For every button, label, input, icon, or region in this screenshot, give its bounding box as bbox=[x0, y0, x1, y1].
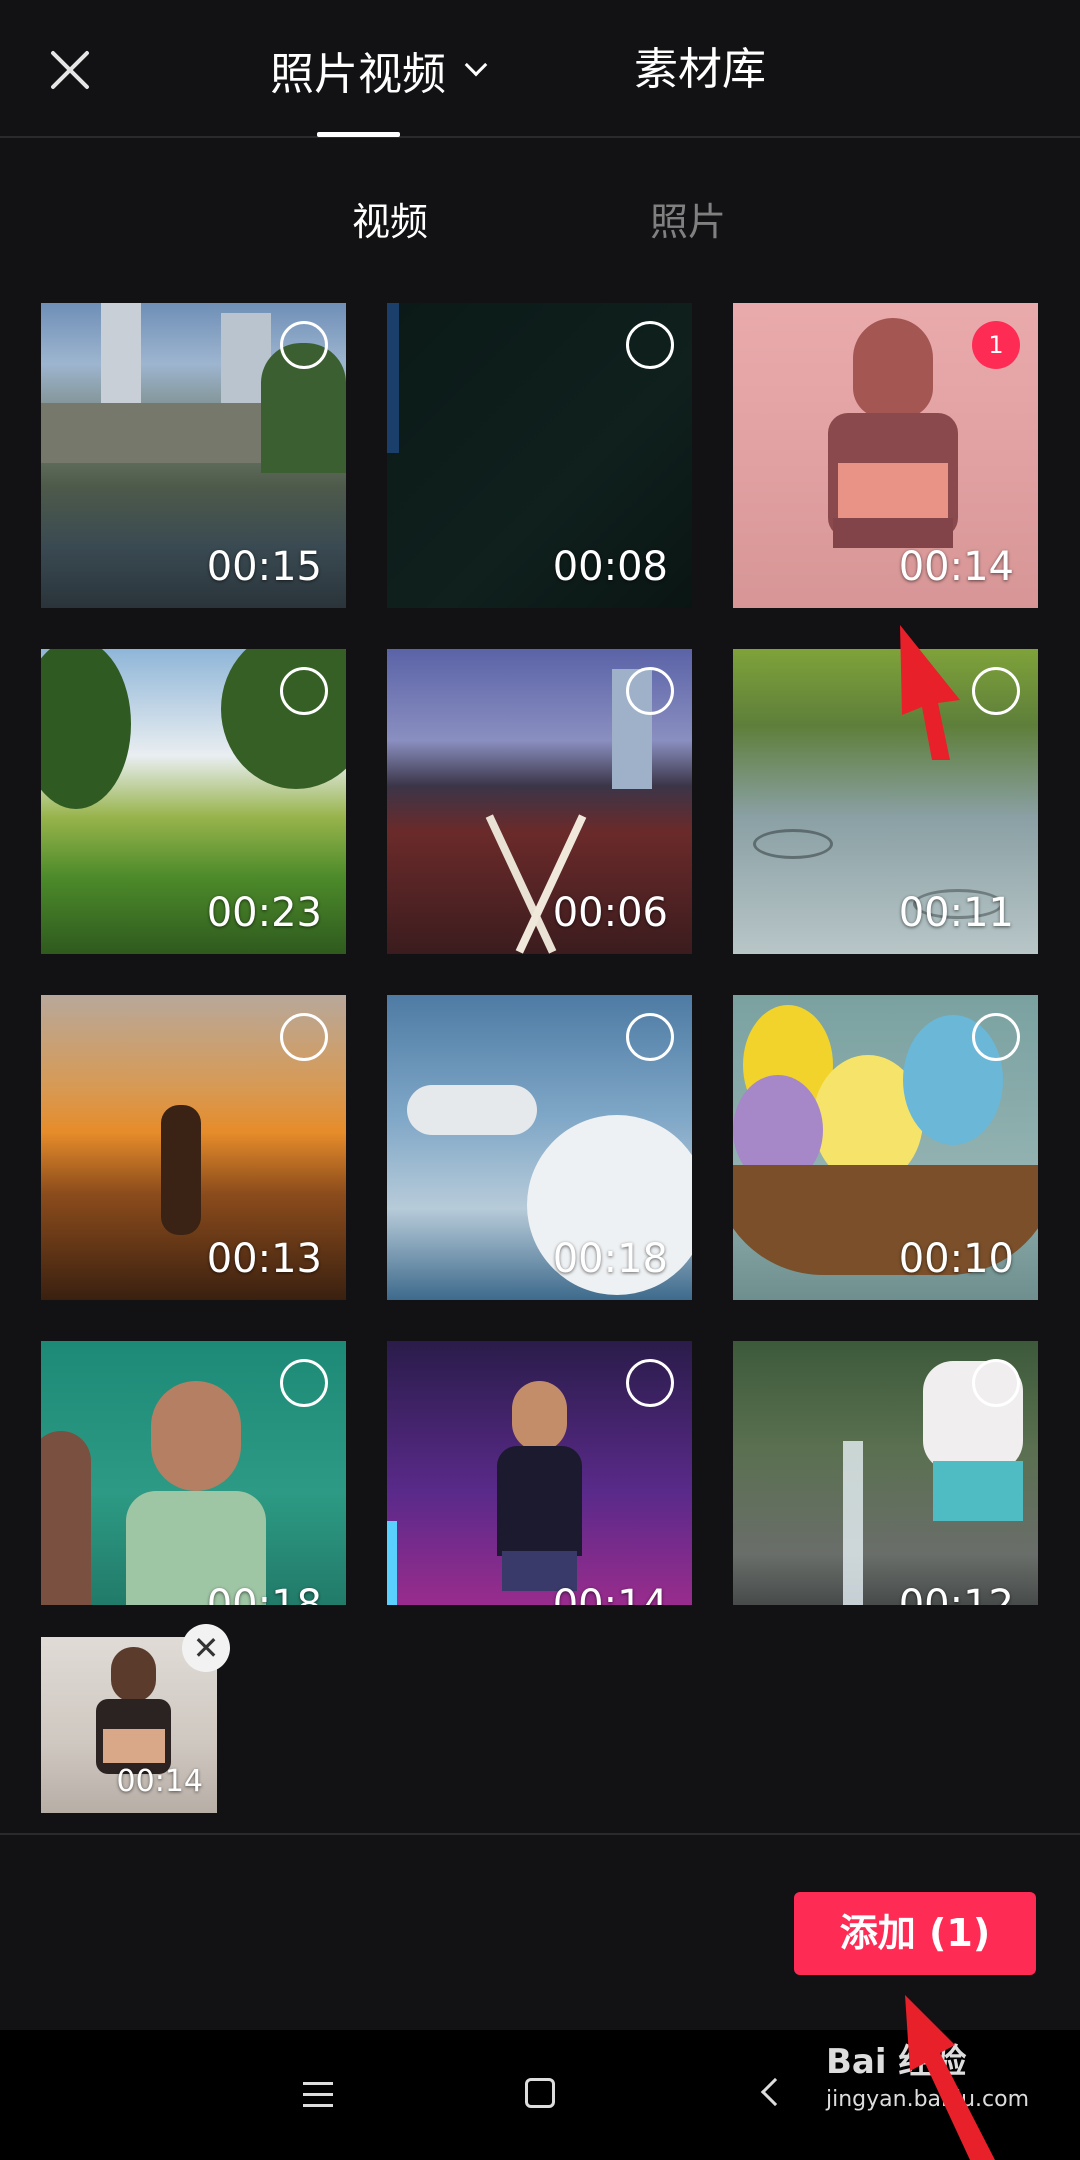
select-circle[interactable] bbox=[972, 1013, 1020, 1061]
media-thumbnail[interactable]: 00:11 bbox=[733, 649, 1038, 954]
duration-label: 00:14 bbox=[898, 544, 1014, 590]
media-grid: 00:15 00:08 1 00:14 00:23 00:06 00:11 00… bbox=[41, 303, 1039, 1605]
media-thumbnail[interactable]: 00:15 bbox=[41, 303, 346, 608]
duration-label: 00:06 bbox=[552, 890, 668, 936]
select-circle[interactable] bbox=[626, 1359, 674, 1407]
chevron-down-icon bbox=[464, 53, 488, 77]
duration-label: 00:10 bbox=[898, 1236, 1014, 1282]
subtab-photo[interactable]: 照片 bbox=[650, 194, 726, 250]
select-circle[interactable] bbox=[972, 1359, 1020, 1407]
media-thumbnail[interactable]: 00:12 bbox=[733, 1341, 1038, 1605]
media-thumbnail[interactable]: 00:14 bbox=[387, 1341, 692, 1605]
media-thumbnail[interactable]: 00:18 bbox=[41, 1341, 346, 1605]
media-thumbnail[interactable]: 00:13 bbox=[41, 995, 346, 1300]
home-icon[interactable] bbox=[525, 2078, 555, 2108]
annotation-arrow-icon bbox=[905, 1995, 995, 2160]
duration-label: 00:18 bbox=[552, 1236, 668, 1282]
select-circle[interactable] bbox=[626, 1013, 674, 1061]
media-thumbnail[interactable]: 00:23 bbox=[41, 649, 346, 954]
duration-label: 00:08 bbox=[552, 544, 668, 590]
select-circle[interactable] bbox=[280, 1013, 328, 1061]
top-bar: 照片视频 素材库 bbox=[0, 0, 1080, 138]
active-tab-indicator bbox=[317, 132, 400, 137]
media-thumbnail[interactable]: 00:08 bbox=[387, 303, 692, 608]
duration-label: 00:12 bbox=[898, 1582, 1014, 1605]
select-circle[interactable] bbox=[972, 667, 1020, 715]
media-thumbnail[interactable]: 00:06 bbox=[387, 649, 692, 954]
duration-label: 00:15 bbox=[206, 544, 322, 590]
back-icon[interactable] bbox=[760, 2077, 790, 2107]
menu-icon[interactable] bbox=[303, 2080, 333, 2110]
annotation-arrow-icon bbox=[900, 625, 960, 760]
add-button[interactable]: 添加 (1) bbox=[794, 1892, 1036, 1975]
close-icon[interactable] bbox=[40, 40, 100, 100]
media-thumbnail[interactable]: 00:10 bbox=[733, 995, 1038, 1300]
duration-label: 00:11 bbox=[898, 890, 1014, 936]
duration-label: 00:13 bbox=[206, 1236, 322, 1282]
subtab-video[interactable]: 视频 bbox=[352, 194, 428, 250]
media-thumbnail[interactable]: 00:18 bbox=[387, 995, 692, 1300]
remove-selected-button[interactable]: ✕ bbox=[182, 1624, 230, 1672]
select-circle[interactable] bbox=[626, 321, 674, 369]
duration-label: 00:23 bbox=[206, 890, 322, 936]
tab-photos-videos-label: 照片视频 bbox=[270, 49, 446, 100]
duration-label: 00:18 bbox=[206, 1582, 322, 1605]
tab-photos-videos[interactable]: 照片视频 bbox=[270, 40, 488, 100]
duration-label: 00:14 bbox=[116, 1764, 203, 1799]
duration-label: 00:14 bbox=[552, 1582, 668, 1605]
selected-media-tray: 00:14 bbox=[0, 1605, 1080, 1835]
select-circle[interactable] bbox=[280, 667, 328, 715]
select-circle[interactable] bbox=[280, 1359, 328, 1407]
select-circle[interactable] bbox=[626, 667, 674, 715]
selection-index-badge[interactable]: 1 bbox=[972, 321, 1020, 369]
tab-material-library[interactable]: 素材库 bbox=[634, 40, 766, 100]
media-thumbnail[interactable]: 1 00:14 bbox=[733, 303, 1038, 608]
select-circle[interactable] bbox=[280, 321, 328, 369]
